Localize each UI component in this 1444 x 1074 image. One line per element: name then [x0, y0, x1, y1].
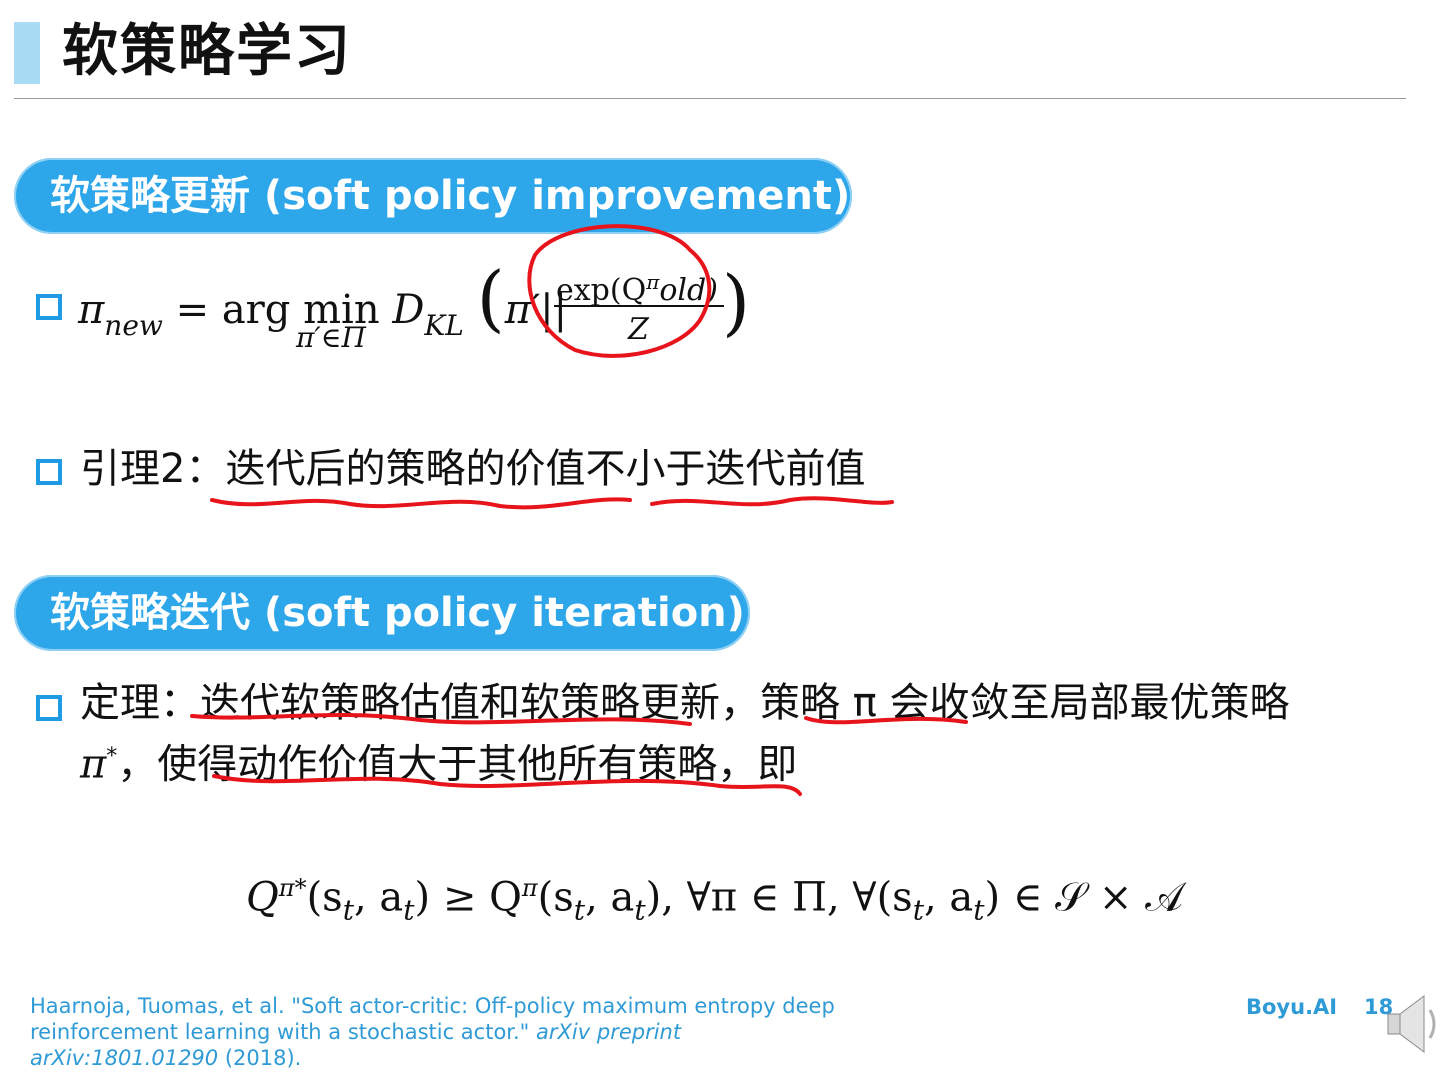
title-accent-bar: [14, 22, 40, 84]
right-paren: ): [722, 260, 751, 344]
ref-line-3: arXiv:1801.01290 (2018).: [30, 1046, 302, 1070]
fraction-denominator: Z: [628, 312, 649, 347]
reference-citation: Haarnoja, Tuomas, et al. "Soft actor-cri…: [30, 993, 850, 1071]
lemma-text: 迭代后的策略的价值不小于迭代前值: [225, 446, 866, 492]
numerator-tail: old): [659, 273, 718, 308]
ref-line-1: Haarnoja, Tuomas, et al. "Soft actor-cri…: [30, 994, 835, 1018]
new-subscript: new: [104, 309, 163, 342]
q-symbol: Q: [246, 874, 279, 921]
numerator-text: exp(Q: [556, 273, 647, 308]
args-2: (s: [537, 874, 574, 921]
optimality-inequality: Qπ*(st, at) ≥ Qπ(st, at), ∀π ∈ Π, ∀(st, …: [246, 858, 1183, 940]
args-1: (s: [306, 874, 343, 921]
speaker-icon[interactable]: [1384, 992, 1440, 1056]
brand-label: Boyu.AI: [1246, 995, 1338, 1019]
pi-star: π: [80, 741, 107, 788]
lemma-line: 引理2：迭代后的策略的价值不小于迭代前值: [80, 442, 865, 496]
title-divider: [14, 98, 1406, 99]
page-title: 软策略学习: [62, 19, 352, 84]
numerator-sup: π: [646, 270, 660, 294]
sub-t: t: [973, 893, 985, 927]
argmin-subscript: π′∈Π: [296, 321, 366, 354]
sub-t: t: [403, 893, 415, 927]
left-paren: (: [476, 256, 505, 340]
kl-subscript: KL: [424, 309, 464, 342]
bullet-square-icon: [36, 695, 62, 721]
comma-a: , a: [353, 874, 404, 921]
d-symbol: D: [392, 287, 425, 333]
q-sup-pi: π*: [278, 874, 307, 902]
fraction-numerator: exp(Qπold): [556, 262, 718, 311]
theorem-line-2-text: ，使得动作价值大于其他所有策略，即: [117, 741, 798, 788]
q-sup-pi-2: π: [521, 874, 538, 902]
section-pill-soft-policy-improvement: 软策略更新 (soft policy improvement): [14, 158, 852, 234]
ink-underline-lemma-1: [210, 497, 632, 510]
comma-a: , a: [585, 874, 635, 921]
pi-symbol: π: [78, 287, 105, 333]
sub-t: t: [912, 893, 924, 927]
tail-text: ) ∈ 𝒮 × 𝒜: [984, 874, 1183, 921]
sub-t: t: [342, 893, 354, 927]
pi-prime: π′: [504, 287, 541, 333]
fraction-bar: [554, 305, 724, 307]
theorem-line-2: π*，使得动作价值大于其他所有策略，即: [80, 730, 797, 791]
lemma-prefix: 引理2：: [80, 446, 226, 492]
bullet-square-icon: [36, 459, 62, 485]
bullet-square-icon: [36, 294, 62, 320]
pi-star-sup: *: [106, 744, 118, 769]
comma-a: , a: [923, 874, 974, 921]
forall-text: ), ∀π ∈ Π, ∀(s: [645, 874, 913, 921]
theorem-line-1: 定理：迭代软策略估值和软策略更新，策略 π 会收敛至局部最优策略: [80, 680, 1290, 726]
geq-q: ) ≥ Q: [414, 874, 522, 921]
sub-t: t: [573, 893, 586, 927]
sub-t: t: [634, 893, 646, 927]
section-pill-soft-policy-iteration: 软策略迭代 (soft policy iteration): [14, 575, 750, 651]
ink-underline-lemma-2: [650, 496, 894, 507]
ref-line-2: reinforcement learning with a stochastic…: [30, 1020, 682, 1044]
